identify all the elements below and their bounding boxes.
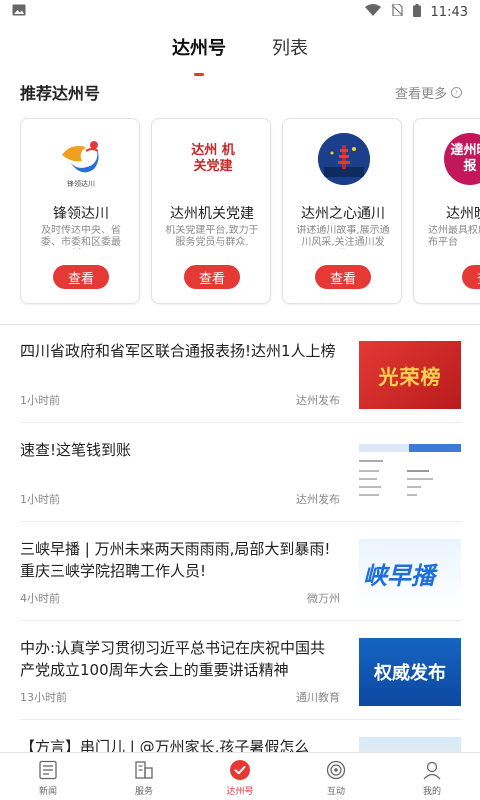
account-logo: 达州 机关党建 <box>182 133 244 185</box>
news-thumbnail: 光荣榜 <box>359 341 461 409</box>
recommended-section-header: 推荐达州号 查看更多 › <box>20 80 462 104</box>
news-item[interactable]: 四川省政府和省军区联合通报表扬!达州1人上榜 1小时前 达州发布 光荣榜 <box>0 324 480 423</box>
nav-dazhouhao[interactable]: 达州号 <box>192 753 288 800</box>
tab-dazhouhao[interactable]: 达州号 <box>172 30 226 76</box>
news-source: 通川教育 <box>296 691 340 704</box>
news-source: 达州发布 <box>296 493 340 506</box>
see-more-link[interactable]: 查看更多 › <box>395 83 462 102</box>
view-button[interactable]: 查看 <box>184 265 240 289</box>
account-description: 机关党建平台,致力于服务党员与群众. <box>165 225 259 248</box>
active-tab-indicator <box>194 73 204 76</box>
account-name: 达州机关党建 <box>170 206 254 222</box>
news-icon <box>37 759 59 781</box>
news-title: 中办:认真学习贯彻习近平总书记在庆祝中国共产党成立100周年大会上的重要讲话精神 <box>20 639 326 679</box>
see-more-label: 查看更多 <box>394 86 447 102</box>
news-thumbnail: 峡早播 <box>359 539 461 607</box>
gallery-notification-icon <box>12 4 26 20</box>
service-icon <box>133 759 155 781</box>
interact-icon <box>325 759 347 781</box>
check-circle-icon <box>229 759 251 781</box>
view-button[interactable]: 查看 <box>315 265 371 289</box>
view-button[interactable]: 查看 <box>53 265 109 289</box>
thumbnail-text: 光荣榜 <box>378 364 442 389</box>
tab-label: 列表 <box>272 38 308 59</box>
news-source: 达州发布 <box>296 394 340 407</box>
account-card[interactable]: 达州之心通川 讲述通川故事,展示通川风采,关注通川发展. 查看 <box>282 118 402 304</box>
news-item[interactable]: 三峡早播 | 万州未来两天雨雨雨,局部大到暴雨!重庆三峡学院招聘工作人员! 4小… <box>0 522 480 621</box>
news-title: 三峡早播 | 万州未来两天雨雨雨,局部大到暴雨!重庆三峡学院招聘工作人员! <box>20 540 331 580</box>
nav-label: 互动 <box>326 787 345 797</box>
news-item[interactable]: 中办:认真学习贯彻习近平总书记在庆祝中国共产党成立100周年大会上的重要讲话精神… <box>0 621 480 720</box>
account-name: 达州之心通川 <box>301 206 385 222</box>
logo-text: 达州 机关党建 <box>191 143 235 174</box>
news-title: 四川省政府和省军区联合通报表扬!达州1人上榜 <box>20 342 336 360</box>
news-time: 1小时前 <box>20 394 60 407</box>
news-title: 速查!这笔钱到账 <box>20 441 132 459</box>
recommended-accounts-carousel[interactable]: 锋领达川 锋领达川 及时传达中央、省委、市委和区委最新... 查看 达州 机关党… <box>20 118 480 306</box>
account-card[interactable]: 锋领达川 锋领达川 及时传达中央、省委、市委和区委最新... 查看 <box>20 118 140 304</box>
account-name: 达州晚报 <box>446 206 480 222</box>
thumbnail-text: 权威发布 <box>374 663 446 684</box>
section-title: 推荐达州号 <box>20 84 101 103</box>
news-thumbnail: 权威发布 <box>359 638 461 706</box>
wifi-icon <box>364 4 381 20</box>
account-card[interactable]: 达州 机关党建 达州机关党建 机关党建平台,致力于服务党员与群众. 查看 <box>151 118 271 304</box>
account-card[interactable]: 達州晚报 达州晚报 达州最具权威... 闻发布平台 查看 <box>413 118 480 304</box>
account-description: 及时传达中央、省委、市委和区委最新... <box>41 225 121 248</box>
nav-profile[interactable]: 我的 <box>384 753 480 800</box>
no-sim-icon <box>391 3 403 20</box>
nav-label: 新闻 <box>38 787 57 797</box>
news-time: 1小时前 <box>20 493 60 506</box>
tab-list[interactable]: 列表 <box>272 30 308 70</box>
thumbnail-text: 峡早播 <box>363 561 435 590</box>
view-button[interactable]: 查看 <box>462 265 480 289</box>
status-bar: 11:43 <box>0 0 480 24</box>
nav-label: 达州号 <box>226 787 254 797</box>
news-source: 微万州 <box>307 592 340 605</box>
account-description: 讲述通川故事,展示通川风采,关注通川发展. <box>296 225 390 248</box>
account-logo <box>56 133 108 185</box>
nav-news[interactable]: 新闻 <box>0 753 96 800</box>
account-logo <box>318 133 370 185</box>
logo-text: 達州晚报 <box>450 143 480 174</box>
logo-caption: 锋领达川 <box>67 180 95 188</box>
top-tabs: 达州号 列表 <box>0 30 480 76</box>
nav-service[interactable]: 服务 <box>96 753 192 800</box>
nav-label: 我的 <box>422 787 441 797</box>
tab-label: 达州号 <box>172 38 226 59</box>
profile-icon <box>421 759 443 781</box>
bottom-navigation: 新闻 服务 达州号 互动 我的 <box>0 752 480 800</box>
account-description: 达州最具权威... 闻发布平台 <box>428 225 480 248</box>
news-time: 13小时前 <box>20 691 67 704</box>
chevron-right-icon: › <box>451 86 462 98</box>
nav-label: 服务 <box>134 787 153 797</box>
news-item[interactable]: 速查!这笔钱到账 1小时前 达州发布 <box>0 423 480 522</box>
battery-icon <box>412 3 421 21</box>
account-name: 锋领达川 <box>53 206 109 222</box>
account-logo: 達州晚报 <box>444 133 480 185</box>
news-time: 4小时前 <box>20 592 60 605</box>
status-time: 11:43 <box>430 4 468 20</box>
nav-interact[interactable]: 互动 <box>288 753 384 800</box>
news-thumbnail <box>359 440 461 508</box>
